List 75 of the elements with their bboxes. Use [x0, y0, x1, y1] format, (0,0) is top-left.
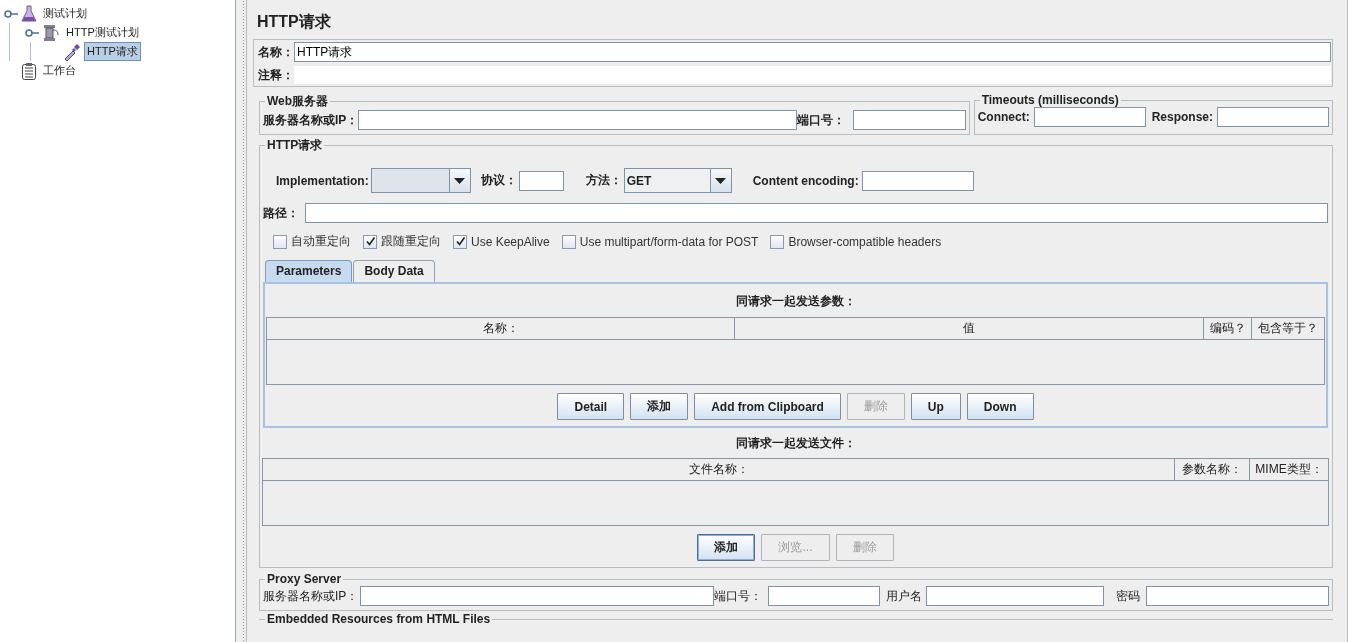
group-title: Proxy Server [266, 572, 343, 586]
field-label: 协议： [480, 172, 517, 189]
field-label: Connect: [977, 110, 1030, 124]
group-title: Web服务器 [266, 93, 330, 110]
name-field[interactable]: HTTP请求 [294, 42, 1331, 62]
field-label: 方法： [585, 172, 622, 189]
port-field[interactable] [852, 110, 966, 130]
tree-item[interactable]: HTTP请求 [84, 42, 141, 61]
action-button[interactable]: 添加 [630, 393, 689, 420]
checkbox[interactable] [363, 234, 377, 249]
tree-item[interactable]: 工作台 [40, 61, 79, 80]
action-button[interactable]: 添加 [697, 534, 756, 561]
protocol-field[interactable] [518, 170, 564, 191]
tab[interactable]: Parameters [265, 260, 353, 282]
column-header[interactable]: 值 [735, 318, 1204, 339]
field-label: 注释： [258, 66, 294, 84]
option-label: 跟随重定向 [381, 233, 441, 250]
column-header[interactable]: 编码？ [1204, 318, 1252, 339]
path-field[interactable] [305, 203, 1328, 223]
checkbox[interactable] [453, 234, 467, 249]
field-label: 名称： [258, 43, 294, 61]
encoding-field[interactable] [861, 170, 974, 191]
option-label: Browser-compatible headers [788, 234, 942, 249]
checkbox[interactable] [273, 234, 287, 249]
caret-icon [715, 177, 727, 184]
proxy-server-field[interactable] [360, 586, 715, 606]
field-label: Response: [1151, 110, 1213, 124]
proxy-port-field[interactable] [768, 586, 881, 606]
method-dropdown[interactable]: GET [623, 168, 732, 193]
flask-icon [21, 4, 37, 23]
checkbox[interactable] [770, 234, 785, 249]
action-button[interactable]: Up [910, 393, 961, 420]
dropper-icon [63, 42, 81, 61]
tree-item[interactable]: 测试计划 [40, 4, 90, 23]
caret-icon [454, 177, 466, 184]
action-button[interactable]: Detail [557, 393, 625, 420]
server-field[interactable] [358, 110, 797, 130]
group-title: Timeouts (milliseconds) [980, 93, 1120, 107]
field-label: Implementation: [276, 173, 369, 188]
action-button[interactable]: Down [966, 393, 1034, 420]
tab[interactable]: Body Data [353, 260, 435, 282]
spool-icon [42, 23, 60, 42]
tree-item[interactable]: HTTP测试计划 [63, 23, 142, 42]
table-caption: 同请求一起发送参数： [734, 293, 857, 310]
panel-title: HTTP请求 [256, 12, 332, 32]
column-header[interactable]: 文件名称： [263, 459, 1175, 480]
action-button[interactable]: Add from Clipboard [694, 393, 841, 420]
field-label: 服务器名称或IP： [263, 111, 359, 129]
username-field[interactable] [926, 586, 1105, 606]
group-title: HTTP请求 [266, 137, 324, 154]
column-header[interactable]: 包含等于？ [1252, 318, 1324, 339]
option-label: Use KeepAlive [471, 234, 550, 249]
connect-field[interactable] [1033, 107, 1146, 127]
field-label: 服务器名称或IP： [263, 587, 359, 605]
checkbox[interactable] [561, 234, 576, 249]
comment-field[interactable] [294, 66, 1331, 84]
expand-handle-icon[interactable] [25, 27, 39, 38]
option-label: Use multipart/form-data for POST [579, 234, 759, 249]
field-label: 路径： [263, 204, 299, 222]
column-header[interactable]: 名称： [267, 318, 735, 339]
group-title: Embedded Resources from HTML Files [265, 612, 493, 626]
column-header[interactable]: 参数名称： [1175, 459, 1250, 480]
column-header[interactable]: MIME类型： [1250, 459, 1328, 480]
field-label: 用户名 [886, 587, 923, 605]
option-label: 自动重定向 [291, 233, 351, 250]
field-label: 端口号： [796, 111, 845, 129]
response-field[interactable] [1217, 107, 1329, 127]
table-caption: 同请求一起发送文件： [734, 435, 857, 452]
field-label: 端口号： [714, 587, 763, 605]
implementation-dropdown[interactable] [370, 168, 471, 193]
expand-handle-icon[interactable] [4, 8, 18, 19]
field-label: 密码 [1116, 587, 1141, 605]
field-label: Content encoding: [752, 173, 859, 188]
password-field[interactable] [1146, 586, 1329, 606]
clipboard-icon [21, 61, 37, 80]
